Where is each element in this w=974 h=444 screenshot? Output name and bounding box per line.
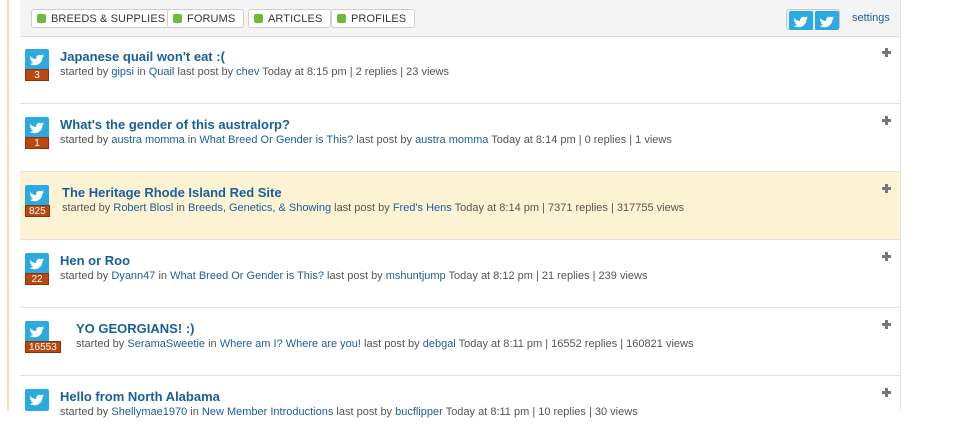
tab-breeds-supplies[interactable]: BREEDS & SUPPLIES <box>31 9 175 28</box>
last-poster-link[interactable]: bucflipper <box>395 406 443 418</box>
reply-count-badge: 22 <box>25 273 49 285</box>
tab-profiles[interactable]: PROFILES <box>331 9 416 28</box>
thread-title[interactable]: Japanese quail won't eat :( <box>60 49 225 64</box>
bird-icon[interactable] <box>789 11 813 30</box>
last-poster-link[interactable]: mshuntjump <box>386 270 446 282</box>
thread-stats: Today at 8:15 pm | 2 replies | 23 views <box>262 66 449 78</box>
bird-icon <box>25 117 49 139</box>
author-link[interactable]: austra momma <box>111 134 184 146</box>
last-post-label: last post by <box>336 406 393 418</box>
last-poster-link[interactable]: austra momma <box>415 134 488 146</box>
forum-link[interactable]: What Breed Or Gender is This? <box>170 270 324 282</box>
thread-meta: started by Robert Blosl in Breeds, Genet… <box>62 202 684 214</box>
expand-plus-icon[interactable] <box>882 184 891 193</box>
forum-link[interactable]: Where am I? Where are you! <box>220 338 361 350</box>
bird-icon <box>25 389 49 411</box>
tab-forums[interactable]: FORUMS <box>167 9 245 28</box>
forum-thread-list: BREEDS & SUPPLIES FORUMS ARTICLES PROFIL… <box>20 0 901 418</box>
thread-row: Hello from North Alabama started by Shel… <box>20 376 900 444</box>
bird-icon[interactable] <box>815 11 839 30</box>
started-label: started by <box>62 202 111 214</box>
last-post-label: last post by <box>364 338 420 350</box>
forum-link[interactable]: What Breed Or Gender is This? <box>199 134 353 146</box>
bird-icon <box>25 253 49 275</box>
forum-link[interactable]: Breeds, Genetics, & Showing <box>188 202 331 214</box>
thread-row-highlighted: 825 The Heritage Rhode Island Red Site s… <box>20 172 900 240</box>
green-square-icon <box>254 14 263 23</box>
thread-stats: Today at 8:14 pm | 7371 replies | 317755… <box>454 202 685 214</box>
thread-title[interactable]: Hen or Roo <box>60 253 130 268</box>
thread-meta: started by gipsi in Quail last post by c… <box>60 66 449 78</box>
last-poster-link[interactable]: debgal <box>423 338 456 350</box>
started-label: started by <box>60 270 109 282</box>
thread-stats: Today at 8:14 pm | 0 replies | 1 views <box>491 134 672 146</box>
started-label: started by <box>60 406 109 418</box>
last-poster-link[interactable]: Fred's Hens <box>393 202 452 214</box>
tab-label: ARTICLES <box>268 13 323 25</box>
in-label: in <box>176 202 185 214</box>
green-square-icon <box>337 14 346 23</box>
thread-title[interactable]: The Heritage Rhode Island Red Site <box>62 185 282 200</box>
thread-meta: started by Shellymae1970 in New Member I… <box>60 406 638 418</box>
author-link[interactable]: Dyann47 <box>111 270 155 282</box>
thread-meta: started by Dyann47 in What Breed Or Gend… <box>60 270 647 282</box>
author-link[interactable]: Shellymae1970 <box>111 406 187 418</box>
bird-icon <box>25 321 49 343</box>
bird-icon <box>25 49 49 71</box>
thread-stats: Today at 8:11 pm | 10 replies | 30 views <box>445 406 638 418</box>
forum-link[interactable]: Quail <box>149 66 175 78</box>
thread-title[interactable]: What's the gender of this australorp? <box>60 117 290 132</box>
expand-plus-icon[interactable] <box>882 252 891 261</box>
tab-label: FORUMS <box>187 13 236 25</box>
thread-stats: Today at 8:12 pm | 21 replies | 239 view… <box>448 270 648 282</box>
green-square-icon <box>37 14 46 23</box>
thread-stats: Today at 8:11 pm | 16552 replies | 16082… <box>458 338 694 350</box>
expand-plus-icon[interactable] <box>882 48 891 57</box>
in-label: in <box>158 270 168 282</box>
expand-plus-icon[interactable] <box>882 116 891 125</box>
thread-row: 1 What's the gender of this australorp? … <box>20 104 900 172</box>
reply-count-badge: 825 <box>25 205 50 217</box>
expand-plus-icon[interactable] <box>882 320 891 329</box>
thread-row: 22 Hen or Roo started by Dyann47 in What… <box>20 240 900 308</box>
thread-row: 3 Japanese quail won't eat :( started by… <box>20 36 900 104</box>
last-post-label: last post by <box>356 134 412 146</box>
started-label: started by <box>60 134 109 146</box>
last-post-label: last post by <box>177 66 234 78</box>
thread-title[interactable]: Hello from North Alabama <box>60 389 220 404</box>
left-border <box>7 0 9 411</box>
reply-count-badge: 16553 <box>25 341 61 353</box>
in-label: in <box>187 134 197 146</box>
forum-link[interactable]: New Member Introductions <box>202 406 333 418</box>
tab-label: PROFILES <box>351 13 407 25</box>
author-link[interactable]: SeramaSweetie <box>127 338 205 350</box>
tab-label: BREEDS & SUPPLIES <box>51 13 166 25</box>
author-link[interactable]: Robert Blosl <box>113 202 173 214</box>
bird-icon <box>25 185 49 207</box>
thread-row: 16553 YO GEORGIANS! :) started by Serama… <box>20 308 900 376</box>
green-square-icon <box>173 14 182 23</box>
thread-title[interactable]: YO GEORGIANS! :) <box>76 321 194 336</box>
reply-count-badge: 3 <box>25 69 49 81</box>
reply-count-badge: 1 <box>25 137 49 149</box>
thread-meta: started by austra momma in What Breed Or… <box>60 134 672 146</box>
author-link[interactable]: gipsi <box>111 66 134 78</box>
thread-meta: started by SeramaSweetie in Where am I? … <box>76 338 693 350</box>
settings-link[interactable]: settings <box>852 12 890 24</box>
tab-articles[interactable]: ARTICLES <box>248 9 332 28</box>
in-label: in <box>190 406 199 418</box>
started-label: started by <box>60 66 109 78</box>
last-poster-link[interactable]: chev <box>236 66 259 78</box>
top-nav-bar: BREEDS & SUPPLIES FORUMS ARTICLES PROFIL… <box>20 0 900 37</box>
view-toggle <box>786 9 840 30</box>
in-label: in <box>208 338 217 350</box>
last-post-label: last post by <box>334 202 390 214</box>
expand-plus-icon[interactable] <box>882 388 891 397</box>
last-post-label: last post by <box>327 270 383 282</box>
in-label: in <box>137 66 146 78</box>
started-label: started by <box>76 338 125 350</box>
